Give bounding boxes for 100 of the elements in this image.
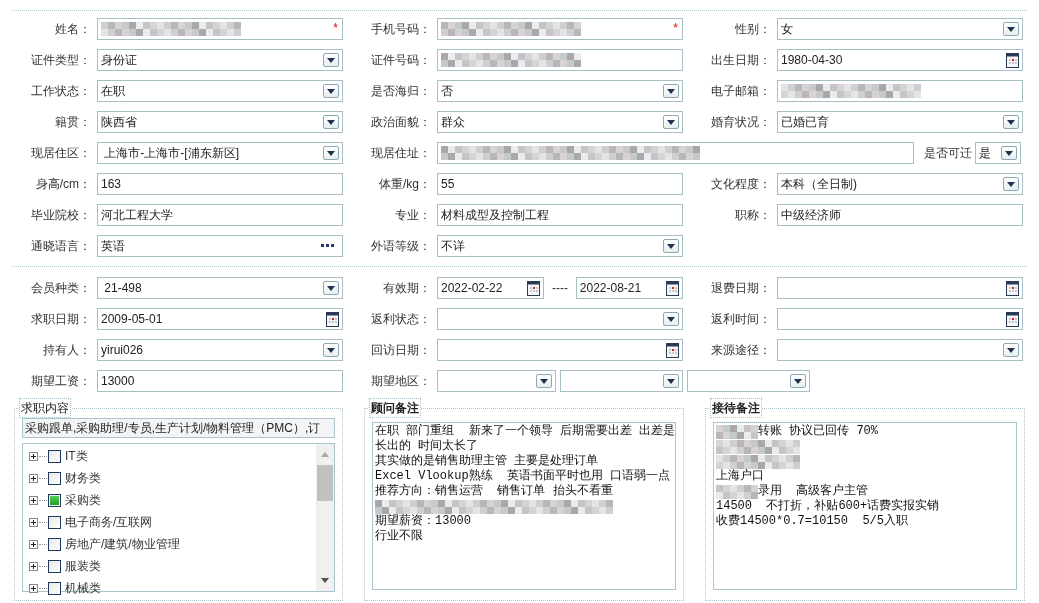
note-line: 推荐方向：销售运营 销售订单 抬头不看重 bbox=[375, 484, 614, 499]
checkbox[interactable] bbox=[48, 471, 61, 485]
date-field[interactable] bbox=[777, 277, 1023, 299]
text-field[interactable]: * bbox=[437, 18, 683, 40]
select-field[interactable]: 不详 bbox=[437, 235, 683, 257]
date-field[interactable]: 2009-05-01 bbox=[97, 308, 343, 330]
dropdown-button[interactable] bbox=[323, 281, 339, 295]
tree-item[interactable]: 房地产/建筑/物业管理 bbox=[65, 535, 180, 553]
checkbox[interactable] bbox=[48, 449, 61, 463]
caret-icon bbox=[327, 347, 335, 353]
text-field[interactable]: 中级经济师 bbox=[777, 204, 1023, 226]
caret-icon bbox=[1007, 181, 1015, 187]
dropdown-button[interactable] bbox=[790, 374, 806, 388]
date-field[interactable]: 2022-02-22 bbox=[437, 277, 545, 299]
dropdown-button[interactable] bbox=[1003, 177, 1019, 191]
checkbox[interactable] bbox=[48, 581, 61, 595]
notes-area[interactable]: 转账 协议已回传 70% 上海户口 录用 高级客户主管 14500 不打折，补贴600+话费实报实销 收费14500*0.7=10150 5/5入职 bbox=[713, 422, 1017, 590]
text-field[interactable]: 河北工程大学 bbox=[97, 204, 343, 226]
dropdown-button[interactable] bbox=[1003, 115, 1019, 129]
tree-item[interactable]: 服装类 bbox=[65, 557, 101, 575]
select-field[interactable]: 本科（全日制) bbox=[777, 173, 1023, 195]
field-label: 持有人： bbox=[42, 342, 92, 359]
select-field[interactable]: 陕西省 bbox=[97, 111, 343, 133]
tree-item[interactable]: 采购类 bbox=[65, 491, 101, 509]
tree-item[interactable]: IT类 bbox=[65, 447, 88, 465]
expand-toggle[interactable] bbox=[29, 451, 38, 461]
note-line: 行业不限 bbox=[375, 529, 424, 544]
checkbox[interactable] bbox=[48, 537, 61, 551]
select-field[interactable]: 已婚已育 bbox=[777, 111, 1023, 133]
calendar-icon[interactable] bbox=[527, 280, 541, 296]
date-field[interactable] bbox=[437, 339, 683, 361]
checkbox[interactable] bbox=[48, 559, 61, 573]
dropdown-button[interactable] bbox=[663, 84, 679, 98]
date-field[interactable]: 2022-08-21 bbox=[575, 277, 683, 299]
text-field[interactable] bbox=[777, 80, 1023, 102]
lookup-field[interactable]: 英语 bbox=[97, 235, 343, 257]
calendar-icon[interactable] bbox=[666, 342, 679, 358]
field-label: 来源途径： bbox=[710, 342, 772, 359]
dropdown-button[interactable] bbox=[323, 146, 339, 160]
category-list[interactable]: IT类 财务类 采购类 电子商务/互联网 房地产/建筑/物业管理 服装类 机械类 bbox=[22, 443, 335, 592]
calendar-icon[interactable] bbox=[666, 280, 679, 296]
dropdown-button[interactable] bbox=[1003, 22, 1019, 36]
expand-toggle[interactable] bbox=[29, 583, 38, 593]
field-label: 姓名： bbox=[54, 21, 92, 38]
select-field[interactable] bbox=[437, 308, 683, 330]
select-field[interactable]: 群众 bbox=[437, 111, 683, 133]
text-field[interactable] bbox=[437, 142, 914, 164]
dropdown-button[interactable] bbox=[323, 115, 339, 129]
select-field[interactable]: 女 bbox=[777, 18, 1023, 40]
text-field[interactable] bbox=[437, 49, 683, 71]
dropdown-button[interactable] bbox=[536, 374, 552, 388]
select-field[interactable] bbox=[687, 370, 810, 392]
select-field[interactable]: 是 bbox=[975, 142, 1021, 164]
text-field[interactable]: 13000 bbox=[97, 370, 343, 392]
caret-icon bbox=[1007, 347, 1015, 353]
select-field[interactable]: 21-498 bbox=[97, 277, 343, 299]
select-field[interactable] bbox=[777, 339, 1023, 361]
dropdown-button[interactable] bbox=[663, 115, 679, 129]
text-field[interactable]: 材料成型及控制工程 bbox=[437, 204, 683, 226]
expand-toggle[interactable] bbox=[29, 539, 38, 549]
dropdown-button[interactable] bbox=[1001, 146, 1017, 160]
expand-toggle[interactable] bbox=[29, 473, 38, 483]
calendar-icon[interactable] bbox=[1006, 280, 1019, 296]
expand-toggle[interactable] bbox=[29, 561, 38, 571]
dropdown-button[interactable] bbox=[663, 374, 679, 388]
tree-item[interactable]: 电子商务/互联网 bbox=[65, 513, 153, 531]
select-field[interactable]: yirui026 bbox=[97, 339, 343, 361]
dropdown-button[interactable] bbox=[323, 343, 339, 357]
dropdown-button[interactable] bbox=[663, 312, 679, 326]
field-label: 返利状态： bbox=[370, 311, 432, 328]
select-field[interactable]: 在职 bbox=[97, 80, 343, 102]
group-title: 接待备注 bbox=[710, 398, 762, 418]
select-field[interactable] bbox=[437, 370, 556, 392]
dropdown-button[interactable] bbox=[663, 239, 679, 253]
select-field[interactable] bbox=[560, 370, 683, 392]
tree-item[interactable]: 财务类 bbox=[65, 469, 101, 487]
text-field[interactable]: * bbox=[97, 18, 343, 40]
text-field[interactable]: 163 bbox=[97, 173, 343, 195]
date-field[interactable]: 1980-04-30 bbox=[777, 49, 1023, 71]
expand-toggle[interactable] bbox=[29, 495, 38, 505]
select-field[interactable]: 上海市-上海市-[浦东新区] bbox=[97, 142, 343, 164]
dropdown-button[interactable] bbox=[323, 53, 339, 67]
field-label: 政治面貌： bbox=[370, 114, 432, 131]
expand-toggle[interactable] bbox=[29, 517, 38, 527]
calendar-icon[interactable] bbox=[326, 311, 339, 327]
checkbox[interactable] bbox=[48, 493, 61, 507]
date-field[interactable] bbox=[777, 308, 1023, 330]
note-line: 收费14500*0.7=10150 5/5入职 bbox=[716, 514, 910, 529]
select-field[interactable]: 身份证 bbox=[97, 49, 343, 71]
calendar-icon[interactable] bbox=[1006, 311, 1019, 327]
scrollbar[interactable] bbox=[316, 444, 334, 591]
note-line: 转账 协议已回传 70% bbox=[758, 424, 878, 439]
select-field[interactable]: 否 bbox=[437, 80, 683, 102]
calendar-icon[interactable] bbox=[1006, 52, 1019, 68]
text-field[interactable]: 55 bbox=[437, 173, 683, 195]
dropdown-button[interactable] bbox=[1003, 343, 1019, 357]
checkbox[interactable] bbox=[48, 515, 61, 529]
notes-area[interactable]: 在职 部门重组 新来了一个领导 后期需要出差 出差是 长出的 时间太长了 其实做的是销售助理主管 主要是处理订单 Excel Vlookup熟练 英语书面平时也用 口语弱一点 推荐方向：销售运营 销售订单 抬头不看重 期望薪资：13000 行业不限 bbox=[372, 422, 676, 590]
dropdown-button[interactable] bbox=[323, 84, 339, 98]
more-icon[interactable] bbox=[321, 244, 335, 248]
